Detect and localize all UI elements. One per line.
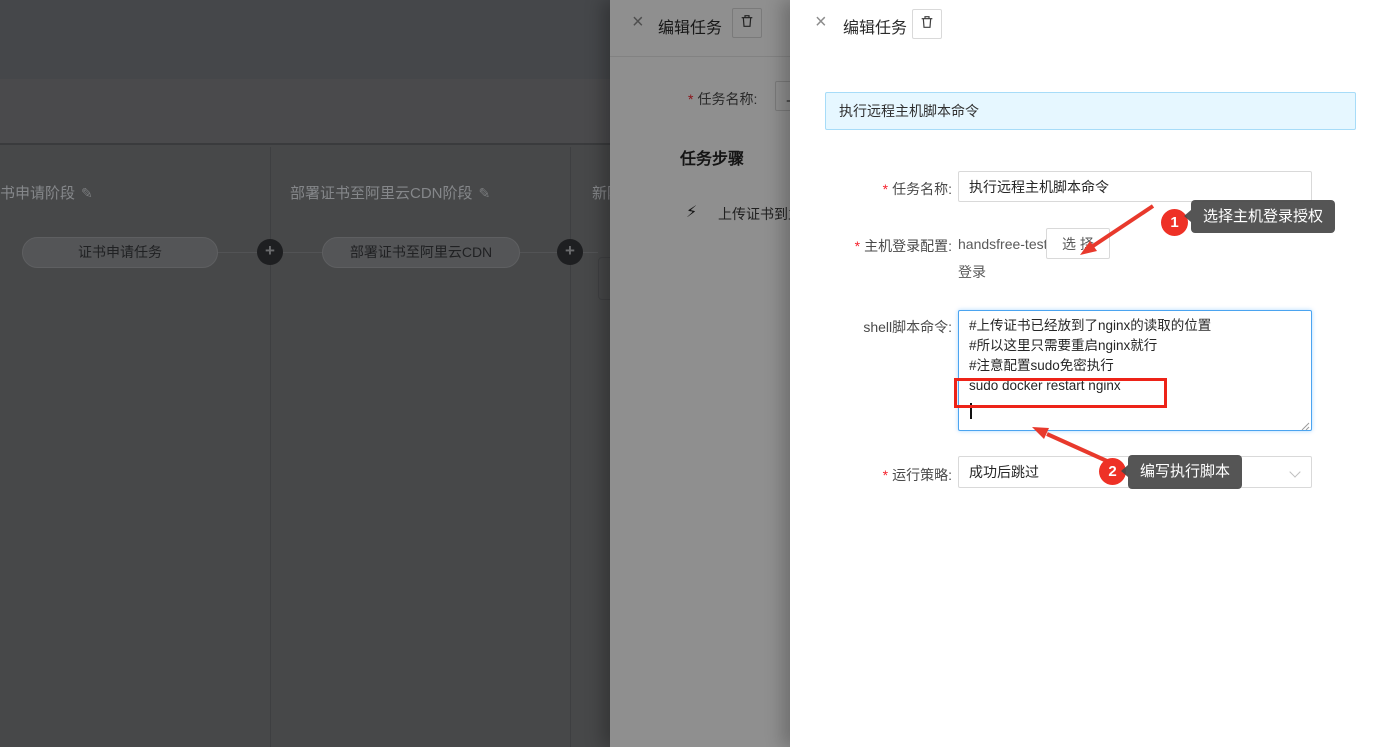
app-screen: 证书申请阶段✎ 部署证书至阿里云CDN阶段✎ 新阶段 证书申请任务 部署证书至阿… [0,0,1382,747]
stage-title-deploy-cdn: 部署证书至阿里云CDN阶段✎ [290,182,490,203]
task-type-alert: 执行远程主机脚本命令 [825,92,1356,130]
required-mark: * [883,181,888,197]
task-name-input[interactable] [958,171,1312,202]
shell-script-line: sudo docker restart nginx [969,376,1301,396]
shell-script-line: #上传证书已经放到了nginx的读取的位置 [969,316,1301,336]
host-login-label: 主机登录配置: [864,238,952,254]
task-pill-cert-apply: 证书申请任务 [22,237,218,268]
delete-task-button[interactable] [912,9,942,39]
stage-divider [270,147,271,747]
textarea-resize-handle[interactable] [1298,417,1310,429]
required-mark: * [883,467,888,483]
edit-stage-icon: ✎ [81,185,93,201]
stage-title-cert-apply: 证书申请阶段✎ [0,182,93,203]
edit-task-drawer: × 编辑任务 执行远程主机脚本命令 *任务名称: *主机登录配置: handsf… [790,0,1382,747]
pipeline-connector [520,252,557,253]
select-host-button[interactable]: 选 择 [1046,228,1110,259]
chevron-down-icon [1289,466,1300,477]
add-task-button: + [257,239,283,265]
text-cursor [970,403,972,419]
stage-divider [570,147,571,747]
task-pill-deploy-cdn: 部署证书至阿里云CDN [322,237,520,268]
edit-stage-icon: ✎ [479,185,491,201]
trash-icon [919,14,935,35]
host-login-value-line2: 登录 [958,262,986,282]
pipeline-connector [283,252,322,253]
run-strategy-select[interactable]: 成功后跳过 [958,456,1312,488]
run-strategy-label: 运行策略: [892,467,952,483]
pipeline-connector [218,252,257,253]
shell-script-line: #所以这里只需要重启nginx就行 [969,336,1301,356]
drawer-title: 编辑任务 [843,14,907,38]
host-login-value: handsfree-test [958,236,1048,252]
add-task-button: + [557,239,583,265]
shell-script-textarea[interactable]: #上传证书已经放到了nginx的读取的位置 #所以这里只需要重启nginx就行 … [958,310,1312,431]
shell-script-line: #注意配置sudo免密执行 [969,356,1301,376]
close-icon[interactable]: × [815,11,827,34]
required-mark: * [855,238,860,254]
shell-script-label: shell脚本命令: [863,317,952,337]
pipeline-connector [583,252,598,253]
task-name-label: 任务名称: [892,181,952,197]
run-strategy-value: 成功后跳过 [969,464,1039,480]
